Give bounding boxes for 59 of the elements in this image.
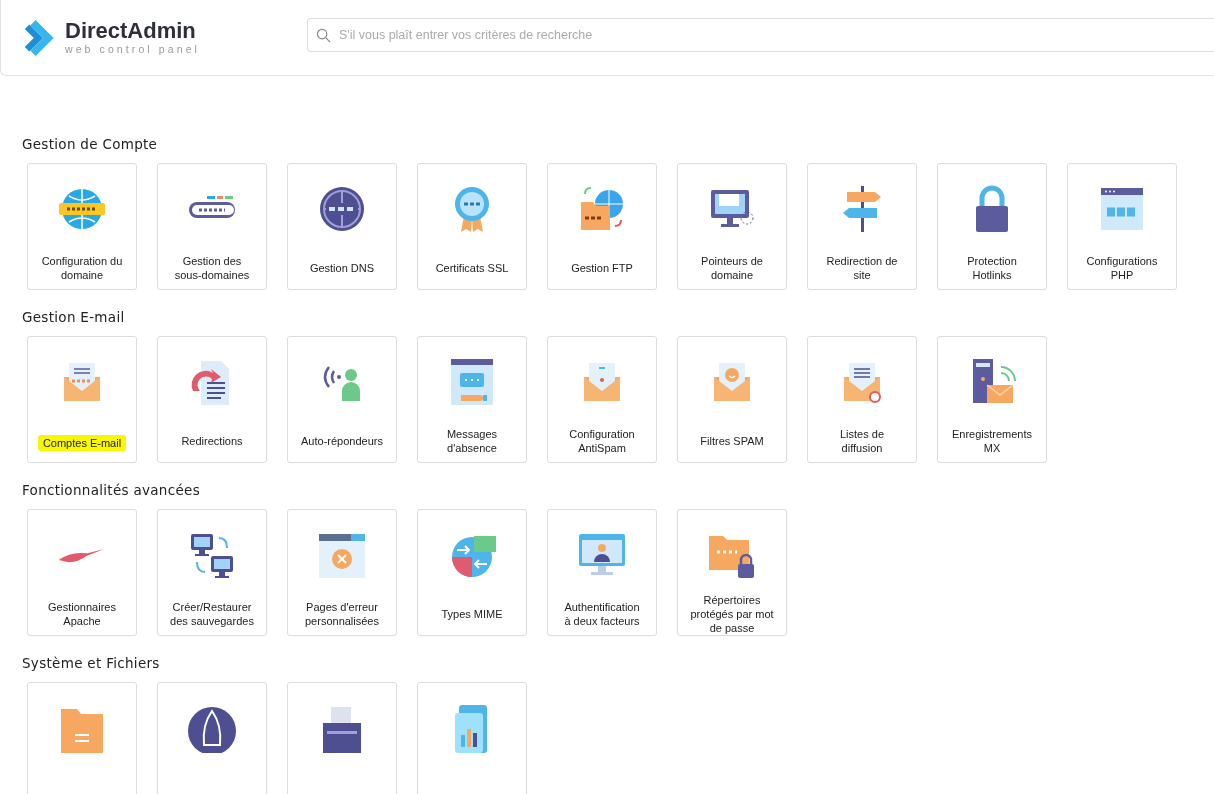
tile-label: Protection Hotlinks [966, 253, 1018, 283]
tile-label: Gestion FTP [570, 260, 634, 276]
tile-label: Configuration du domaine [40, 253, 124, 283]
section-title: Gestion E-mail [22, 309, 126, 325]
feature-tile[interactable]: Gestion FTP [547, 163, 657, 290]
section-title: Fonctionnalités avancées [22, 482, 201, 498]
brand-tagline: web control panel [65, 44, 200, 55]
feature-tile[interactable]: Certificats SSL [417, 163, 527, 290]
feature-tile[interactable]: Comptes E-mail [27, 336, 137, 463]
feature-tile[interactable] [27, 682, 137, 794]
tile-label: Gestion DNS [308, 260, 376, 276]
tile-label: Authentification à deux facteurs [563, 599, 641, 629]
tile-label: Gestionnaires Apache [47, 599, 117, 629]
brand-name: DirectAdmin [65, 20, 197, 43]
tile-label: Redirections [180, 433, 244, 449]
feature-tile[interactable]: Listes de diffusion [807, 336, 917, 463]
feature-tile[interactable] [287, 682, 397, 794]
feature-tile[interactable] [157, 682, 267, 794]
tile-label: Listes de diffusion [839, 426, 885, 456]
feature-tile[interactable]: Gestion des sous-domaines [157, 163, 267, 290]
feature-tile[interactable]: Auto-répondeurs [287, 336, 397, 463]
tile-label: Pointeurs de domaine [700, 253, 764, 283]
feature-tile[interactable] [417, 682, 527, 794]
tile-label: Configuration AntiSpam [568, 426, 636, 456]
tile-label: Comptes E-mail [37, 435, 127, 451]
feature-tile[interactable]: Protection Hotlinks [937, 163, 1047, 290]
tile-label: Créer/Restaurer des sauvegardes [169, 599, 255, 629]
feature-tile[interactable]: Répertoires protégés par mot de passe [677, 509, 787, 636]
feature-tile[interactable]: Configuration du domaine [27, 163, 137, 290]
search-icon [316, 27, 331, 43]
tile-label: Configurations PHP [1085, 253, 1159, 283]
globe-icon [317, 184, 367, 234]
tile-label: Filtres SPAM [699, 433, 765, 449]
feature-tile[interactable]: Pointeurs de domaine [677, 163, 787, 290]
tile-label: Auto-répondeurs [300, 433, 384, 449]
tile-label: Gestion des sous-domaines [173, 253, 251, 283]
feature-tile[interactable]: Configurations PHP [1067, 163, 1177, 290]
tile-label: Pages d'erreur personnalisées [304, 599, 380, 629]
section-title: Système et Fichiers [22, 655, 161, 671]
tile-label: Messages d'absence [445, 426, 499, 456]
feature-tile[interactable]: Gestionnaires Apache [27, 509, 137, 636]
search-field[interactable]: S'il vous plaît entrer vos critères de recherche [307, 17, 1214, 52]
tile-label: Répertoires protégés par mot de passe [689, 592, 775, 635]
feature-tile[interactable]: Créer/Restaurer des sauvegardes [157, 509, 267, 636]
tile-label: Types MIME [440, 606, 504, 622]
section-title: Gestion de Compte [22, 136, 159, 152]
feature-tile[interactable]: Configuration AntiSpam [547, 336, 657, 463]
feature-tile[interactable]: Gestion DNS [287, 163, 397, 290]
feature-tile[interactable]: Authentification à deux facteurs [547, 509, 657, 636]
tile-label: Certificats SSL [434, 260, 510, 276]
feature-tile[interactable]: Pages d'erreur personnalisées [287, 509, 397, 636]
feature-tile[interactable]: Redirection de site [807, 163, 917, 290]
feature-tile[interactable]: Filtres SPAM [677, 336, 787, 463]
feature-tile[interactable]: Redirections [157, 336, 267, 463]
feature-tile[interactable]: Messages d'absence [417, 336, 527, 463]
feature-tile[interactable]: Types MIME [417, 509, 527, 636]
feature-tile[interactable]: Enregistrements MX [937, 336, 1047, 463]
tile-label: Enregistrements MX [950, 426, 1034, 456]
tile-label: Redirection de site [825, 253, 899, 283]
